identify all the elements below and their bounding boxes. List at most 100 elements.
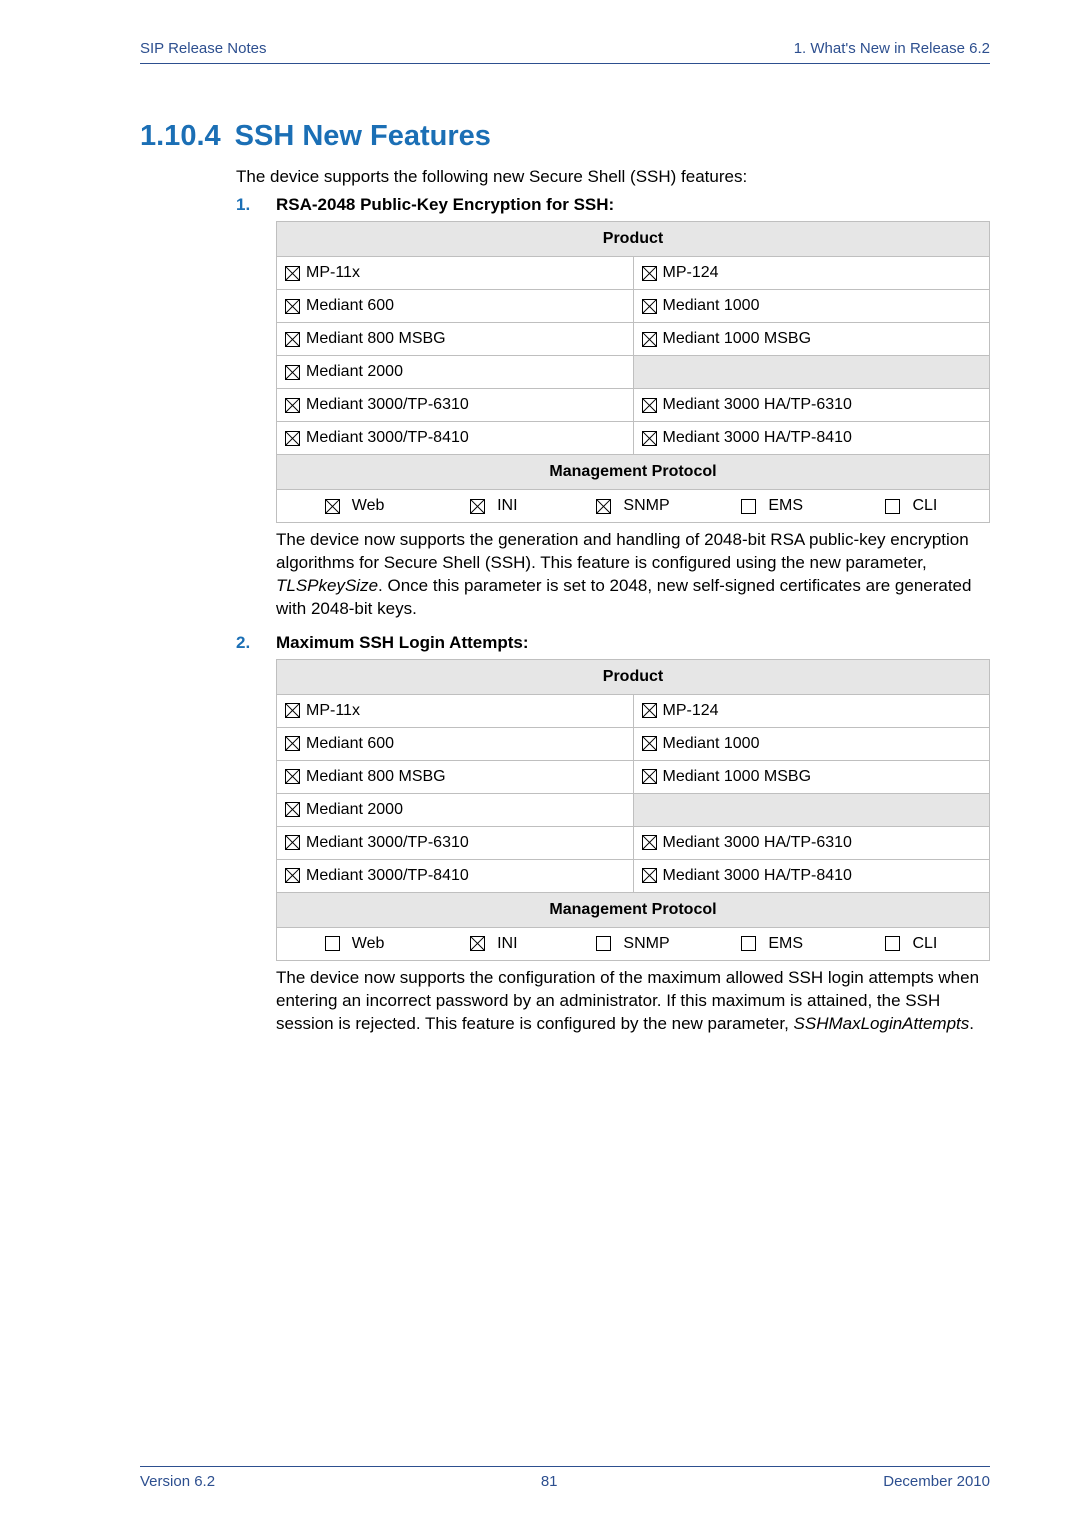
table-cell-right-empty xyxy=(633,356,990,389)
mgmt-label: INI xyxy=(497,935,517,953)
mgmt-protocol-cell: CLI xyxy=(842,497,981,515)
checkbox-icon xyxy=(285,365,300,380)
checkbox-icon xyxy=(642,703,657,718)
mgmt-label: CLI xyxy=(912,935,937,953)
item1-product-table: Product MP-11x MP-124 Mediant 600 Mediant 1… xyxy=(276,221,990,523)
item1-product-header: Product xyxy=(277,222,990,257)
mgmt-label: CLI xyxy=(912,497,937,515)
product-label: Mediant 3000/TP-8410 xyxy=(306,867,469,885)
table-cell-right-empty xyxy=(633,793,990,826)
product-label: Mediant 600 xyxy=(306,297,394,315)
checkbox-icon xyxy=(285,802,300,817)
item1-number: 1. xyxy=(236,195,276,215)
product-label: Mediant 2000 xyxy=(306,801,403,819)
table-cell-right: Mediant 1000 MSBG xyxy=(642,330,982,348)
product-label: MP-11x xyxy=(306,264,360,282)
checkbox-icon xyxy=(470,499,485,514)
checkbox-icon xyxy=(885,499,900,514)
item2-product-table: Product MP-11x MP-124 Mediant 600 Mediant 1… xyxy=(276,659,990,961)
mgmt-protocol-cell: Web xyxy=(285,935,424,953)
item2-mgmt-header: Management Protocol xyxy=(277,892,990,927)
mgmt-protocol-cell: Web xyxy=(285,497,424,515)
checkbox-icon xyxy=(285,868,300,883)
mgmt-label: SNMP xyxy=(623,935,669,953)
footer-left: Version 6.2 xyxy=(140,1473,215,1490)
product-label: Mediant 1000 xyxy=(663,735,760,753)
product-label: Mediant 1000 MSBG xyxy=(663,330,812,348)
table-cell-right: MP-124 xyxy=(642,702,982,720)
header-right: 1. What's New in Release 6.2 xyxy=(794,40,990,57)
list-item-2: 2. Maximum SSH Login Attempts: xyxy=(236,633,990,653)
checkbox-icon xyxy=(285,299,300,314)
product-label: Mediant 800 MSBG xyxy=(306,330,446,348)
product-label: MP-124 xyxy=(663,702,719,720)
mgmt-protocol-cell: SNMP xyxy=(563,497,702,515)
checkbox-icon xyxy=(285,266,300,281)
item2-paragraph: The device now supports the configuratio… xyxy=(276,967,990,1036)
footer-center: 81 xyxy=(541,1473,558,1490)
checkbox-icon xyxy=(642,736,657,751)
checkbox-icon xyxy=(885,936,900,951)
product-label: Mediant 1000 xyxy=(663,297,760,315)
item1-mgmt-header: Management Protocol xyxy=(277,455,990,490)
checkbox-icon xyxy=(642,398,657,413)
mgmt-label: Web xyxy=(352,935,385,953)
item2-product-header: Product xyxy=(277,659,990,694)
table-cell-left: MP-11x xyxy=(285,264,625,282)
section-number: 1.10.4 xyxy=(140,120,221,152)
product-label: Mediant 3000 HA/TP-6310 xyxy=(663,834,852,852)
product-label: Mediant 600 xyxy=(306,735,394,753)
checkbox-icon xyxy=(285,398,300,413)
table-cell-left: Mediant 800 MSBG xyxy=(285,330,625,348)
checkbox-icon xyxy=(285,736,300,751)
table-cell-left: Mediant 2000 xyxy=(285,363,625,381)
section-intro: The device supports the following new Se… xyxy=(236,167,990,187)
table-cell-right: Mediant 3000 HA/TP-6310 xyxy=(642,834,982,852)
item1-table-wrap: Product MP-11x MP-124 Mediant 600 Mediant 1… xyxy=(276,221,990,523)
table-cell-right: Mediant 3000 HA/TP-8410 xyxy=(642,867,982,885)
checkbox-icon xyxy=(285,431,300,446)
table-cell-left: MP-11x xyxy=(285,702,625,720)
table-cell-right: Mediant 1000 MSBG xyxy=(642,768,982,786)
item1-paragraph: The device now supports the generation a… xyxy=(276,529,990,621)
checkbox-icon xyxy=(285,332,300,347)
checkbox-icon xyxy=(642,299,657,314)
mgmt-label: EMS xyxy=(768,497,803,515)
checkbox-icon xyxy=(642,868,657,883)
checkbox-icon xyxy=(285,769,300,784)
mgmt-protocol-cell: INI xyxy=(424,935,563,953)
checkbox-icon xyxy=(741,499,756,514)
checkbox-icon xyxy=(596,936,611,951)
table-cell-left: Mediant 800 MSBG xyxy=(285,768,625,786)
table-cell-left: Mediant 3000/TP-6310 xyxy=(285,396,625,414)
checkbox-icon xyxy=(285,703,300,718)
item1-title: RSA-2048 Public-Key Encryption for SSH: xyxy=(276,195,614,215)
page-footer: Version 6.2 81 December 2010 xyxy=(140,1466,990,1490)
table-cell-left: Mediant 600 xyxy=(285,735,625,753)
mgmt-label: Web xyxy=(352,497,385,515)
mgmt-label: EMS xyxy=(768,935,803,953)
table-cell-left: Mediant 3000/TP-6310 xyxy=(285,834,625,852)
checkbox-icon xyxy=(325,936,340,951)
checkbox-icon xyxy=(642,266,657,281)
product-label: Mediant 3000 HA/TP-6310 xyxy=(663,396,852,414)
table-cell-right: Mediant 3000 HA/TP-8410 xyxy=(642,429,982,447)
checkbox-icon xyxy=(642,835,657,850)
checkbox-icon xyxy=(642,431,657,446)
table-cell-right: Mediant 1000 xyxy=(642,735,982,753)
table-cell-left: Mediant 3000/TP-8410 xyxy=(285,429,625,447)
table-cell-right: MP-124 xyxy=(642,264,982,282)
checkbox-icon xyxy=(642,769,657,784)
section-heading: 1.10.4SSH New Features xyxy=(140,120,990,153)
product-label: Mediant 2000 xyxy=(306,363,403,381)
item2-title: Maximum SSH Login Attempts: xyxy=(276,633,529,653)
product-label: Mediant 3000/TP-6310 xyxy=(306,396,469,414)
mgmt-label: INI xyxy=(497,497,517,515)
product-label: Mediant 3000 HA/TP-8410 xyxy=(663,429,852,447)
mgmt-label: SNMP xyxy=(623,497,669,515)
mgmt-protocol-cell: SNMP xyxy=(563,935,702,953)
table-cell-right: Mediant 1000 xyxy=(642,297,982,315)
product-label: Mediant 800 MSBG xyxy=(306,768,446,786)
footer-right: December 2010 xyxy=(883,1473,990,1490)
checkbox-icon xyxy=(470,936,485,951)
